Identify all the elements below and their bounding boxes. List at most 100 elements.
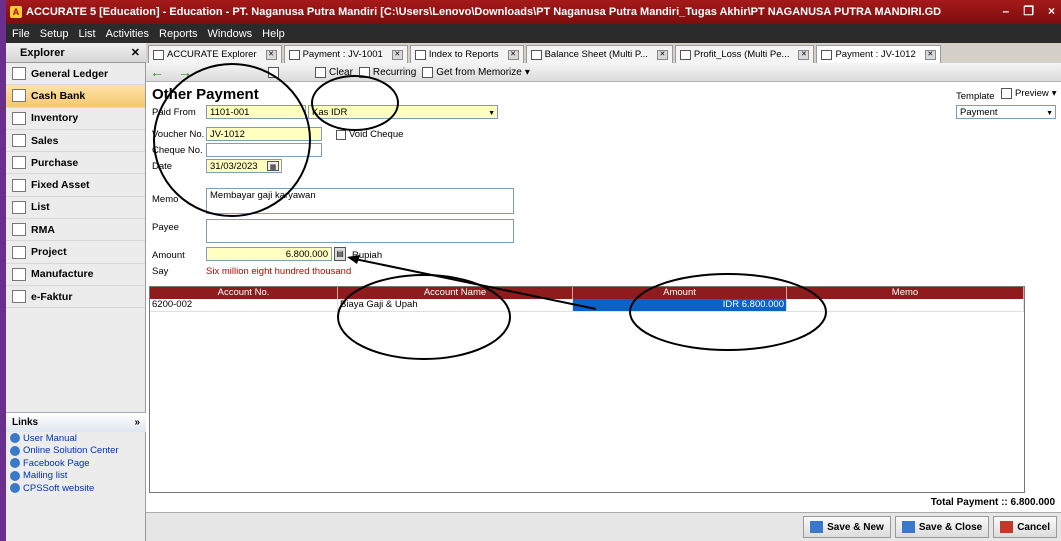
tab-close-icon[interactable]: ✕	[391, 49, 403, 60]
total-payment: Total Payment :: 6.800.000	[930, 497, 1055, 508]
collapse-chevron-icon[interactable]: »	[134, 417, 140, 428]
cell-amount[interactable]: IDR 6.800.000	[573, 299, 787, 311]
tab-close-icon[interactable]: ✕	[656, 49, 668, 60]
cell-account-name[interactable]: Biaya Gaji & Upah	[338, 299, 573, 311]
date-field[interactable]: 31/03/2023 ▦	[206, 159, 282, 173]
explorer-close-icon[interactable]: ✕	[131, 46, 140, 59]
tab-3[interactable]: Balance Sheet (Multi P... ✕	[525, 45, 673, 63]
tab-label: Payment : JV-1012	[835, 49, 916, 60]
voucher-field[interactable]: JV-1012	[206, 127, 322, 141]
cell-account-no[interactable]: 6200-002	[150, 299, 338, 311]
sidebar-item-label: Fixed Asset	[31, 179, 90, 192]
link-item[interactable]: Facebook Page	[6, 457, 146, 470]
sidebar-item-cash-bank[interactable]: Cash Bank	[6, 85, 145, 108]
voucher-label: Voucher No.	[152, 129, 205, 140]
tab-5[interactable]: Payment : JV-1012 ✕	[816, 45, 941, 63]
menu-reports[interactable]: Reports	[159, 28, 198, 40]
preview-button[interactable]: Preview ▾	[1001, 88, 1057, 99]
paid-from-account-select[interactable]: Kas IDR ▼	[308, 105, 498, 119]
save-close-button[interactable]: Save & Close	[894, 516, 990, 538]
manufacture-icon	[12, 267, 26, 281]
sidebar-item-label: Manufacture	[31, 268, 94, 281]
sidebar-item-label: RMA	[31, 223, 55, 236]
link-item[interactable]: User Manual	[6, 432, 146, 445]
close-button[interactable]: ×	[1048, 4, 1055, 18]
menu-bar: File Setup List Activities Reports Windo…	[6, 24, 1061, 43]
sidebar-item-general-ledger[interactable]: General Ledger	[6, 63, 145, 86]
sidebar-item-purchase[interactable]: Purchase	[6, 152, 145, 175]
app-icon: A	[10, 6, 22, 18]
link-item[interactable]: Online Solution Center	[6, 445, 146, 458]
tab-1[interactable]: Payment : JV-1001 ✕	[283, 45, 408, 63]
menu-windows[interactable]: Windows	[208, 28, 253, 40]
tab-close-icon[interactable]: ✕	[798, 49, 810, 60]
document-tabs: ACCURATE Explorer ✕ Payment : JV-1001 ✕ Inde…	[146, 43, 1061, 63]
efaktur-icon	[12, 290, 26, 304]
link-item[interactable]: CPSSoft website	[6, 482, 146, 495]
project-icon	[12, 245, 26, 259]
menu-list[interactable]: List	[78, 28, 95, 40]
col-account-no[interactable]: Account No.	[150, 287, 338, 299]
col-memo[interactable]: Memo	[787, 287, 1024, 299]
dropdown-icon: ▾	[1051, 88, 1057, 99]
calculator-icon[interactable]: ▤	[334, 247, 346, 261]
calendar-icon[interactable]: ▦	[267, 161, 279, 171]
payee-field[interactable]	[206, 219, 514, 243]
link-icon	[10, 483, 20, 494]
dropdown-arrow-icon: ▼	[488, 110, 495, 117]
link-icon	[10, 458, 20, 469]
checkbox-icon	[336, 129, 346, 140]
tab-4[interactable]: Profit_Loss (Multi Pe... ✕	[674, 45, 815, 63]
document-icon	[530, 49, 542, 60]
menu-help[interactable]: Help	[262, 28, 285, 40]
fixed-asset-icon	[12, 178, 26, 192]
sales-icon	[12, 134, 26, 148]
copy-button[interactable]	[268, 66, 279, 78]
tab-close-icon[interactable]: ✕	[265, 49, 277, 60]
maximize-button[interactable]: ❐	[1023, 4, 1034, 18]
explorer-title: Explorer	[20, 46, 65, 59]
sidebar-item-e-faktur[interactable]: e-Faktur	[6, 286, 145, 309]
cheque-field[interactable]	[206, 143, 322, 157]
action-bar: Save & New Save & Close Cancel	[146, 512, 1061, 541]
sidebar-item-list[interactable]: List	[6, 197, 145, 220]
menu-setup[interactable]: Setup	[40, 28, 69, 40]
recurring-button[interactable]: Recurring	[358, 66, 416, 78]
template-select[interactable]: Payment ▼	[956, 105, 1056, 119]
menu-file[interactable]: File	[12, 28, 30, 40]
col-account-name[interactable]: Account Name	[338, 287, 573, 299]
sidebar-item-inventory[interactable]: Inventory	[6, 108, 145, 130]
void-cheque-checkbox[interactable]: Void Cheque	[336, 129, 403, 140]
tab-close-icon[interactable]: ✕	[924, 49, 936, 60]
paid-from-code-field[interactable]: 1101-001	[206, 105, 306, 119]
memo-field[interactable]: Membayar gaji karyawan	[206, 188, 514, 214]
amount-field[interactable]: 6.800.000	[206, 247, 332, 261]
back-arrow-icon[interactable]: ←	[146, 64, 168, 80]
memorize-button[interactable]: Get from Memorize ▾	[422, 66, 530, 78]
cancel-button[interactable]: Cancel	[993, 516, 1057, 538]
sidebar-item-label: Project	[31, 246, 67, 259]
menu-activities[interactable]: Activities	[106, 28, 149, 40]
tab-2[interactable]: Index to Reports ✕	[409, 45, 524, 63]
sidebar-item-label: Cash Bank	[31, 89, 86, 102]
minimize-button[interactable]: –	[1003, 4, 1010, 18]
sidebar-item-label: General Ledger	[31, 67, 109, 80]
link-item[interactable]: Mailing list	[6, 470, 146, 483]
table-row[interactable]: 6200-002 Biaya Gaji & Upah IDR 6.800.000	[150, 299, 1024, 312]
forward-arrow-icon[interactable]: →	[174, 64, 196, 80]
sidebar-item-sales[interactable]: Sales	[6, 130, 145, 153]
memo-label: Memo	[152, 194, 179, 205]
tab-close-icon[interactable]: ✕	[507, 49, 519, 60]
tab-0[interactable]: ACCURATE Explorer ✕	[148, 45, 282, 63]
sidebar-item-manufacture[interactable]: Manufacture	[6, 264, 145, 286]
link-icon	[10, 470, 20, 481]
save-new-button[interactable]: Save & New	[803, 516, 891, 538]
col-amount[interactable]: Amount	[573, 287, 787, 299]
recurring-icon	[358, 66, 370, 78]
sidebar-item-rma[interactable]: RMA	[6, 219, 145, 242]
links-header[interactable]: Links »	[6, 412, 146, 432]
cell-memo[interactable]	[787, 299, 1024, 311]
clear-button[interactable]: Clear	[315, 66, 353, 78]
sidebar-item-project[interactable]: Project	[6, 241, 145, 264]
sidebar-item-fixed-asset[interactable]: Fixed Asset	[6, 174, 145, 197]
